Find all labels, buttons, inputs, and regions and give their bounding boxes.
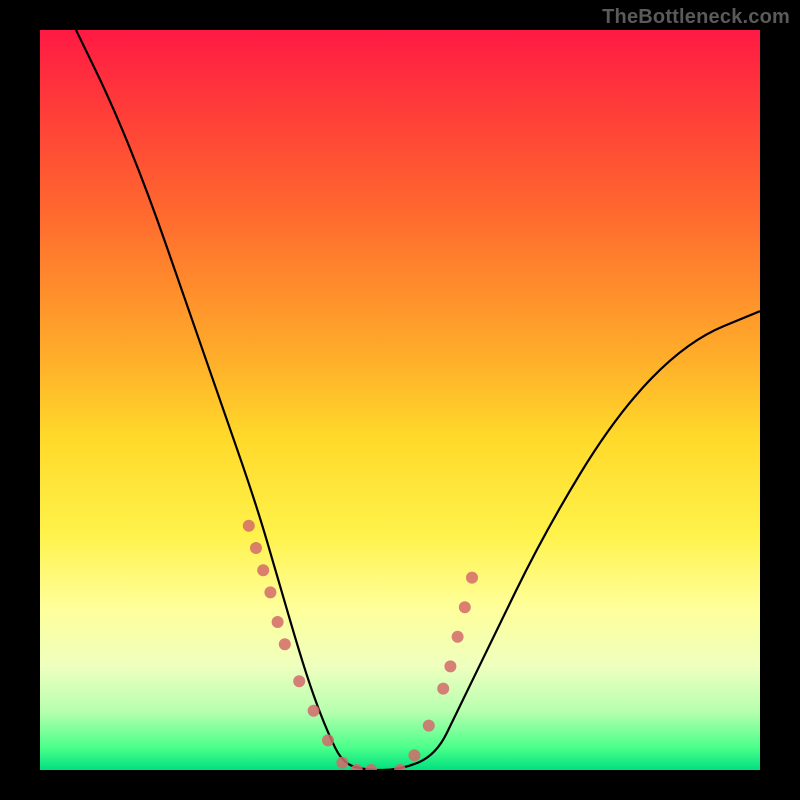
bottleneck-curve <box>76 30 760 770</box>
highlight-dot <box>365 764 377 770</box>
highlight-dot <box>336 757 348 769</box>
highlight-dot <box>459 601 471 613</box>
highlight-dot <box>308 705 320 717</box>
highlight-dot <box>444 660 456 672</box>
highlight-dot <box>257 564 269 576</box>
highlight-dot <box>466 572 478 584</box>
highlight-dot <box>408 749 420 761</box>
highlight-dot <box>437 683 449 695</box>
curve-svg <box>40 30 760 770</box>
highlight-dot <box>423 720 435 732</box>
highlight-dot <box>394 764 406 770</box>
chart-frame: TheBottleneck.com <box>0 0 800 800</box>
highlight-dot <box>452 631 464 643</box>
highlight-dot <box>250 542 262 554</box>
plot-area <box>40 30 760 770</box>
watermark-text: TheBottleneck.com <box>602 6 790 29</box>
highlight-dot <box>243 520 255 532</box>
highlight-dot <box>272 616 284 628</box>
highlight-dot <box>293 675 305 687</box>
highlight-dot <box>351 764 363 770</box>
highlight-dot <box>322 734 334 746</box>
highlight-dot <box>264 586 276 598</box>
highlight-dots <box>243 520 478 770</box>
highlight-dot <box>279 638 291 650</box>
